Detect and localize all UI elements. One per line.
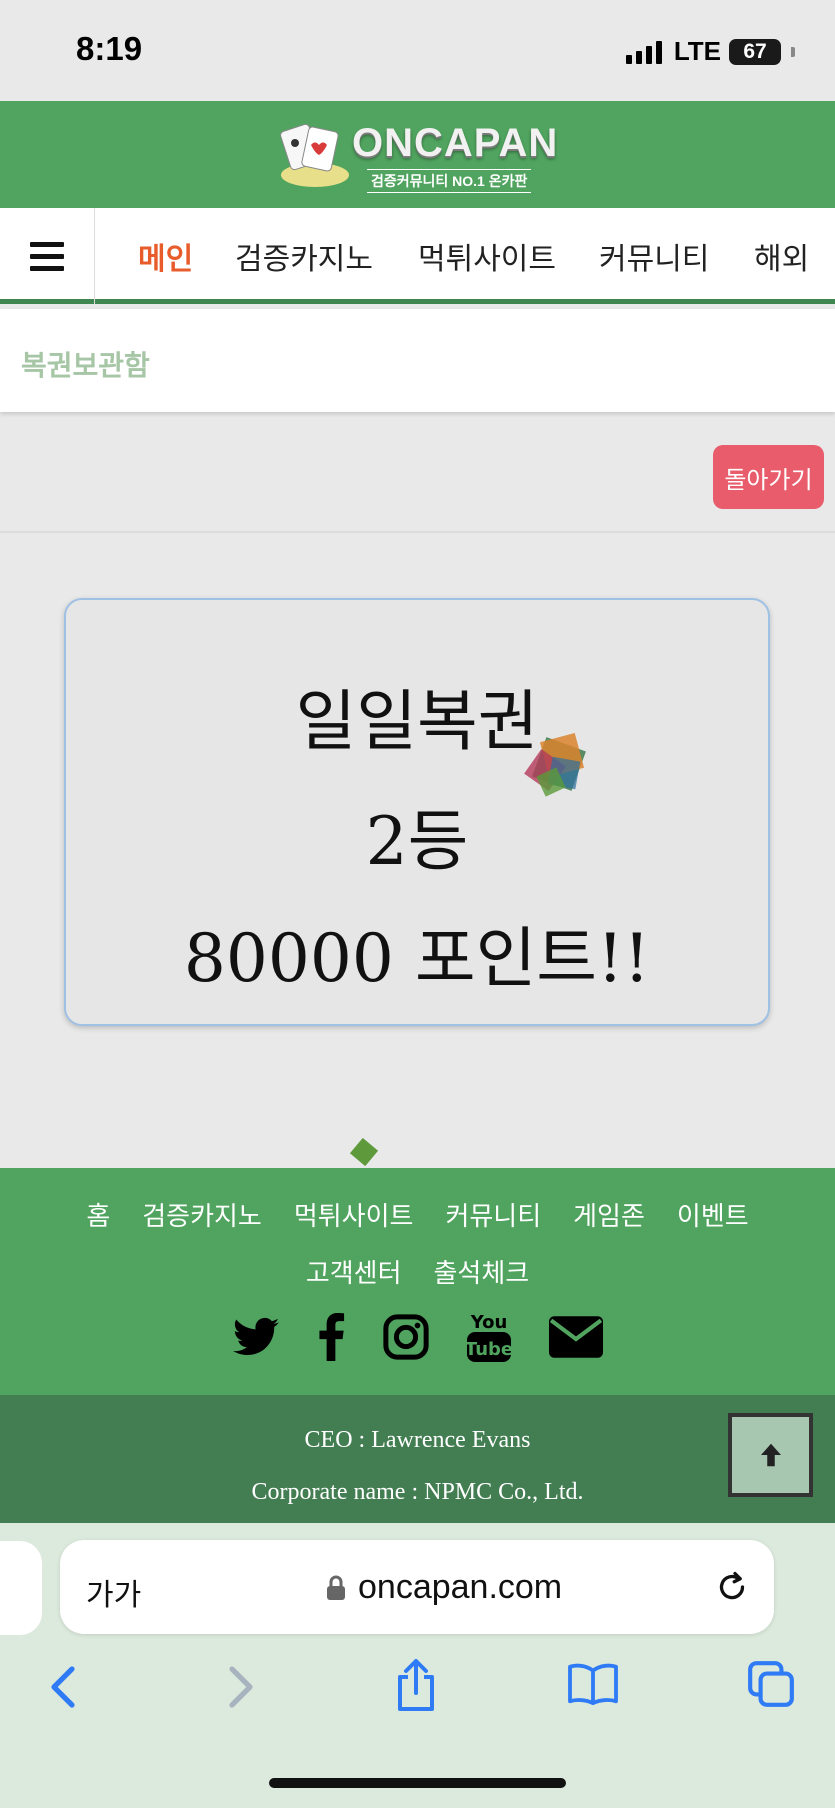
ceo-text: CEO : Lawrence Evans [304, 1427, 531, 1453]
nav-item-verified-casino[interactable]: 검증카지노 [235, 234, 373, 278]
bookmarks-icon[interactable] [566, 1661, 620, 1707]
footer-link-event[interactable]: 이벤트 [677, 1196, 749, 1233]
nav-item-main[interactable]: 메인 [138, 234, 193, 278]
back-button[interactable]: 돌아가기 [713, 445, 824, 509]
back-arrow-icon[interactable] [44, 1663, 80, 1711]
prize-amount: 80000 포인트!! [183, 920, 651, 997]
footer-link-verified-casino[interactable]: 검증카지노 [142, 1196, 262, 1233]
youtube-icon[interactable]: You Tube [466, 1310, 511, 1364]
social-links: You Tube [0, 1310, 835, 1364]
nav-item-overseas[interactable]: 해외 [754, 234, 809, 278]
footer-links: 홈 검증카지노 먹튀사이트 커뮤니티 게임존 이벤트 고객센터 출석체크 [0, 1196, 835, 1310]
page-title-bar: 복권보관함 [0, 309, 835, 412]
footer-link-home[interactable]: 홈 [86, 1196, 110, 1233]
forward-arrow-icon[interactable] [224, 1663, 260, 1711]
facebook-icon[interactable] [317, 1313, 345, 1361]
browser-toolbar [0, 1659, 835, 1733]
browser-chrome: 가가 oncapan.com [0, 1523, 835, 1808]
reload-icon[interactable] [714, 1568, 750, 1606]
footer-link-attendance[interactable]: 출석체크 [434, 1253, 530, 1290]
url-display[interactable]: oncapan.com [326, 1568, 562, 1607]
footer-company-info: CEO : Lawrence Evans Corporate name : NP… [0, 1395, 835, 1523]
corporate-name-text: Corporate name : NPMC Co., Ltd. [251, 1479, 584, 1505]
prize-title: 일일복권 [295, 683, 539, 760]
svg-text:You: You [469, 1312, 507, 1333]
network-label: LTE [673, 36, 721, 66]
lock-icon [327, 1575, 345, 1600]
reader-settings-button[interactable]: 가가 [86, 1570, 141, 1614]
signal-icon [625, 40, 662, 64]
tabs-icon[interactable] [746, 1659, 796, 1709]
battery-icon: 67 [729, 38, 781, 65]
previous-tab-edge[interactable] [0, 1541, 42, 1635]
logo-subtitle: 검증커뮤니티 NO.1 온카판 [367, 169, 532, 193]
battery-level: 67 [743, 39, 767, 63]
nav-item-community[interactable]: 커뮤니티 [599, 234, 709, 278]
footer-link-community[interactable]: 커뮤니티 [445, 1196, 541, 1233]
nav-item-scam-sites[interactable]: 먹튀사이트 [418, 234, 556, 278]
menu-button[interactable] [0, 208, 95, 304]
footer-link-scam-sites[interactable]: 먹튀사이트 [294, 1196, 414, 1233]
nav-bar: 메인 검증카지노 먹튀사이트 커뮤니티 해외 [0, 208, 835, 304]
arrow-up-icon [760, 1443, 781, 1467]
prize-rank: 2등 [365, 803, 469, 880]
confetti-cluster-icon [524, 732, 586, 797]
divider [0, 531, 835, 533]
svg-text:Tube: Tube [467, 1339, 511, 1360]
home-indicator[interactable] [269, 1778, 566, 1788]
share-icon[interactable] [394, 1657, 438, 1713]
mail-icon[interactable] [548, 1316, 603, 1358]
footer: 홈 검증카지노 먹튀사이트 커뮤니티 게임존 이벤트 고객센터 출석체크 You… [0, 1168, 835, 1395]
hamburger-icon [30, 241, 64, 271]
footer-link-game-zone[interactable]: 게임존 [573, 1196, 645, 1233]
logo-text: ONCAPAN [352, 121, 559, 165]
instagram-icon[interactable] [382, 1314, 429, 1360]
status-bar: 8:19 LTE 67 [0, 0, 835, 101]
cards-logo-icon [280, 123, 349, 187]
status-time: 8:19 [76, 30, 143, 67]
confetti-piece-icon [349, 1138, 379, 1167]
site-logo[interactable]: ONCAPAN 검증커뮤니티 NO.1 온카판 [275, 119, 559, 193]
address-bar[interactable]: 가가 oncapan.com [60, 1540, 774, 1634]
page-title: 복권보관함 [21, 350, 150, 381]
prize-card: 일일복권 2등 80000 포인트!! [64, 598, 770, 1026]
footer-link-customer-center[interactable]: 고객센터 [306, 1253, 402, 1290]
status-indicators: LTE 67 [625, 36, 795, 67]
nav-items: 메인 검증카지노 먹튀사이트 커뮤니티 해외 [95, 208, 835, 298]
site-header: ONCAPAN 검증커뮤니티 NO.1 온카판 [0, 101, 835, 208]
url-text: oncapan.com [358, 1568, 563, 1606]
twitter-icon[interactable] [232, 1317, 279, 1357]
scroll-top-button[interactable] [728, 1413, 813, 1497]
battery-cap [791, 46, 795, 57]
